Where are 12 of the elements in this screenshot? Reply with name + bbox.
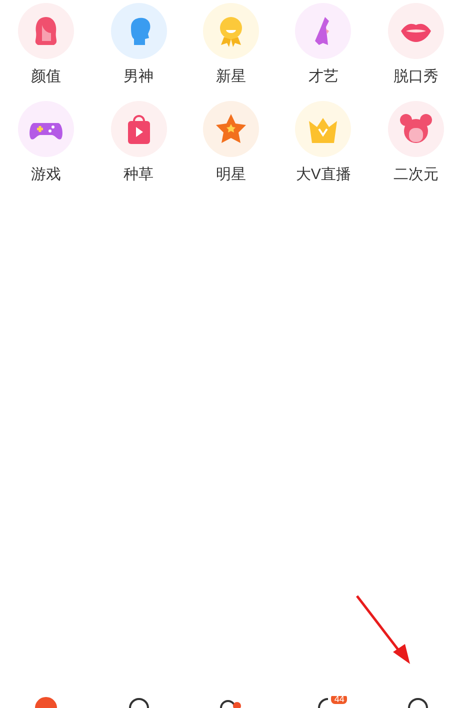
category-label: 男神 [124, 68, 154, 86]
category-label: 二次元 [393, 166, 438, 184]
category-label: 明星 [216, 166, 246, 184]
pointer-arrow [355, 594, 413, 666]
category-label: 游戏 [31, 166, 62, 184]
category-label: 才艺 [308, 68, 338, 86]
category-label: 脱口秀 [393, 68, 438, 86]
unread-badge: 44 [331, 696, 348, 704]
category-label: 大V直播 [296, 166, 351, 184]
category-label: 新星 [216, 68, 246, 86]
category-label: 颜值 [31, 68, 62, 86]
category-label: 种草 [124, 166, 154, 184]
